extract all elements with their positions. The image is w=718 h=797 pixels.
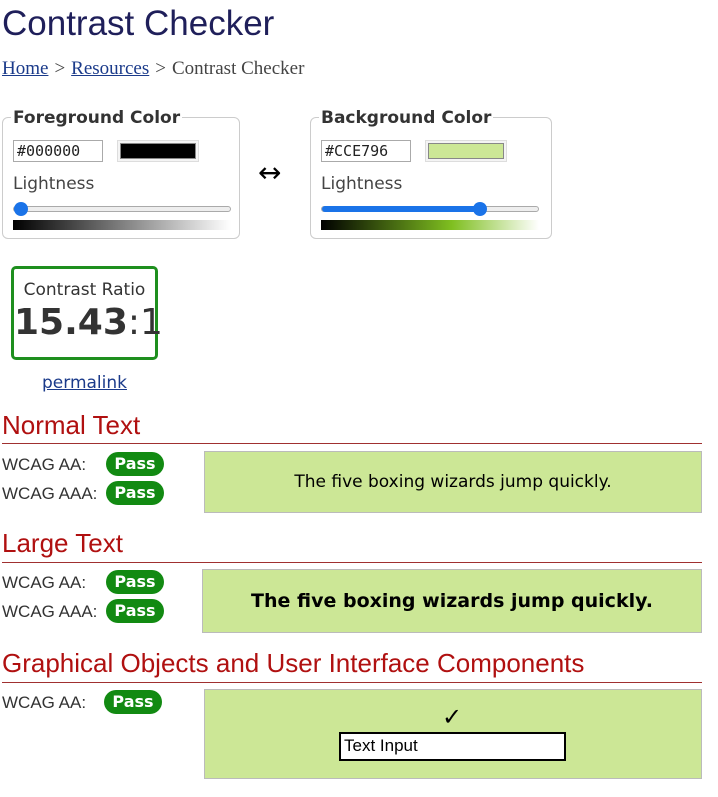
large-aa-label: WCAG AA: [2,573,87,592]
permalink-link[interactable]: permalink [42,373,127,393]
background-lightness-gradient [321,220,539,230]
contrast-ratio-label: Contrast Ratio [23,280,146,300]
large-text-heading: Large Text [2,528,123,558]
large-aaa-pass-badge: Pass [106,599,164,623]
normal-text-sample: The five boxing wizards jump quickly. [204,451,702,513]
page-title: Contrast Checker [2,4,275,43]
large-aa-pass-badge: Pass [106,570,164,594]
background-color-picker[interactable] [425,140,507,162]
normal-text-heading: Normal Text [2,410,141,440]
graphical-objects-heading: Graphical Objects and User Interface Com… [2,648,585,678]
background-lightness-label: Lightness [321,174,403,194]
background-slider-fill [322,206,480,212]
background-slider-thumb[interactable] [473,202,487,216]
check-icon: ✓ [442,703,463,731]
breadcrumb-resources-link[interactable]: Resources [71,58,149,79]
foreground-color-title: Foreground Color [11,107,183,129]
section-divider [2,443,702,444]
foreground-swatch [120,143,196,159]
breadcrumb-separator: > [155,58,166,79]
normal-aaa-label: WCAG AAA: [2,484,98,503]
foreground-lightness-slider[interactable] [13,202,231,216]
foreground-lightness-gradient [13,220,231,230]
contrast-ratio-box: Contrast Ratio 15.43:1 [11,266,163,360]
swap-colors-icon[interactable]: ↔ [258,158,281,188]
breadcrumb-current: Contrast Checker [171,58,305,79]
foreground-hex-input[interactable] [13,140,103,162]
breadcrumb: Home > Resources > Contrast Checker [2,58,304,80]
breadcrumb-home-link[interactable]: Home [2,58,48,79]
sample-text-input[interactable]: Text Input [339,732,566,761]
foreground-color-picker[interactable] [117,140,199,162]
background-swatch [428,143,504,159]
large-text-sample: The five boxing wizards jump quickly. [202,569,702,633]
background-hex-input[interactable] [321,140,411,162]
section-divider [2,562,702,563]
foreground-slider-thumb[interactable] [14,202,28,216]
contrast-ratio-suffix: :1 [127,302,163,343]
normal-aaa-pass-badge: Pass [106,481,164,505]
foreground-lightness-label: Lightness [13,174,95,194]
large-aaa-label: WCAG AAA: [2,602,98,621]
section-divider [2,682,702,683]
background-color-panel: Background Color Lightness [310,107,552,239]
graphical-aa-pass-badge: Pass [104,690,162,714]
contrast-ratio-value: 15.43:1 [14,302,163,343]
breadcrumb-separator: > [54,58,66,79]
background-color-title: Background Color [319,107,494,129]
normal-aa-label: WCAG AA: [2,455,87,474]
contrast-ratio-number: 15.43 [14,302,128,343]
foreground-color-panel: Foreground Color Lightness [2,107,240,239]
background-lightness-slider[interactable] [321,202,539,216]
normal-aa-pass-badge: Pass [106,452,164,476]
graphical-aa-label: WCAG AA: [2,693,87,712]
